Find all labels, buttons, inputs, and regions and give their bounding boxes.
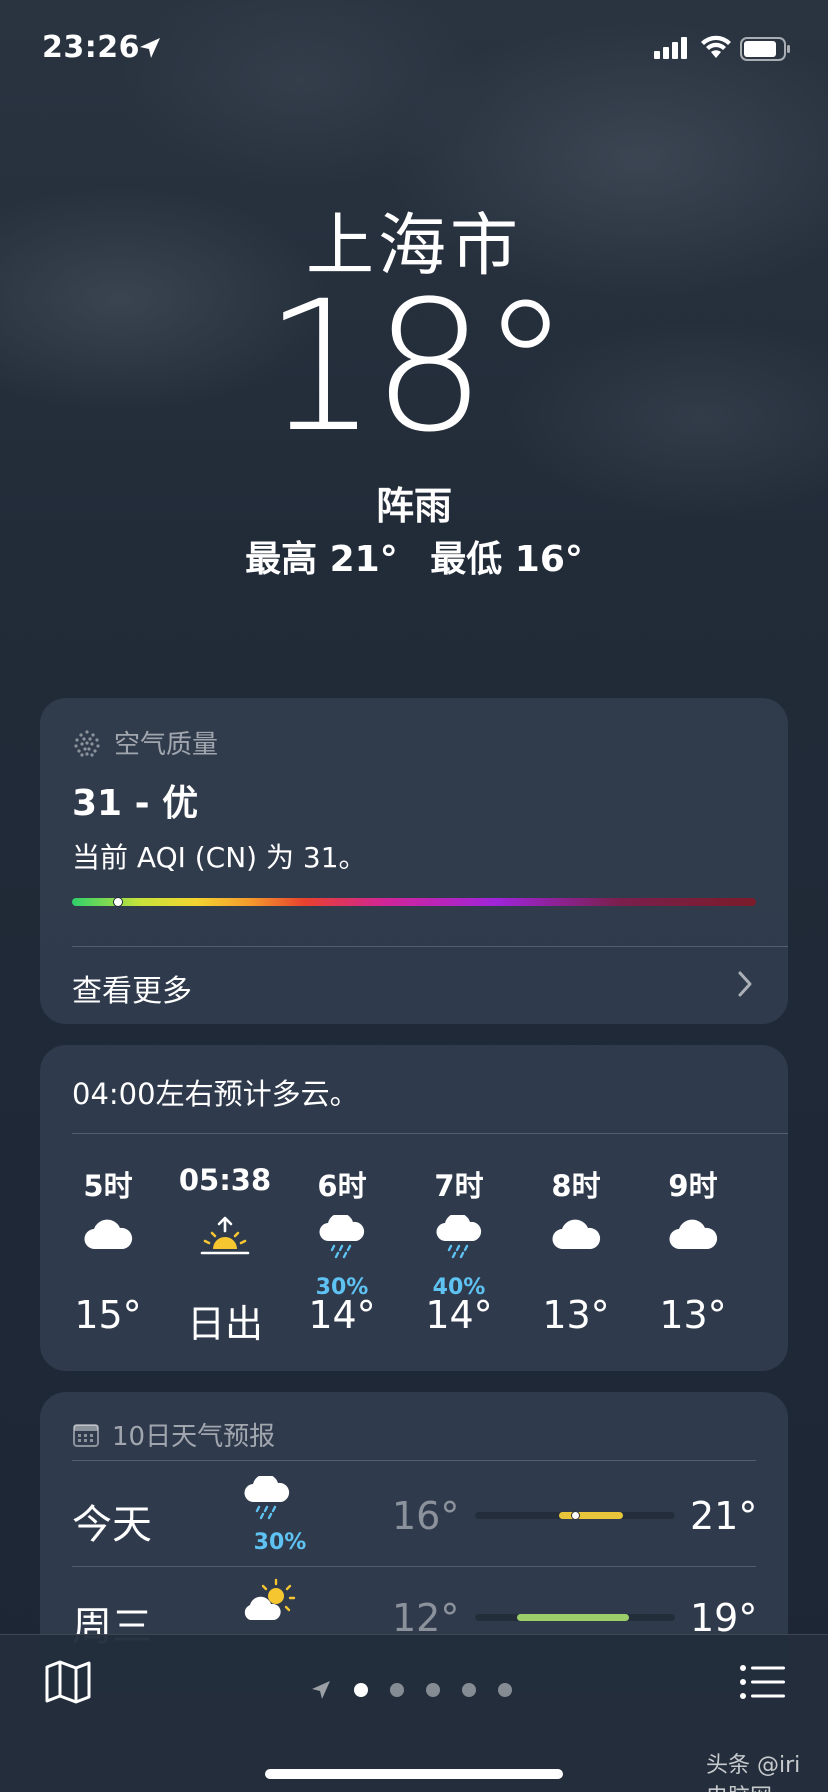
current-condition: 阵雨: [375, 484, 452, 528]
page-dot[interactable]: [390, 1683, 404, 1697]
hourly-item: 9时 13°: [633, 1163, 753, 1337]
battery-icon: [740, 37, 790, 61]
hour-label: 9时: [668, 1169, 718, 1203]
precip-chance: 30%: [315, 1275, 369, 1300]
ten-day-header: 10日天气预报: [72, 1416, 275, 1453]
watermark: 头条 @iri 电脑网: [706, 1753, 801, 1792]
chevron-right-icon[interactable]: [736, 970, 754, 998]
aqi-indicator-dot: [113, 897, 124, 907]
row-divider: [72, 1566, 756, 1567]
day-name: 今天: [72, 1502, 152, 1548]
page-dot[interactable]: [426, 1683, 440, 1697]
page-dot[interactable]: [462, 1683, 476, 1697]
bottom-toolbar: 头条 @iri 电脑网: [0, 1634, 828, 1792]
home-indicator[interactable]: [265, 1769, 563, 1779]
air-quality-title: 空气质量: [114, 730, 219, 760]
map-icon[interactable]: [44, 1659, 92, 1705]
hourly-item: 6时 30% 14°: [282, 1163, 402, 1337]
cloud-rain-icon: 40%: [399, 1215, 519, 1300]
high-low: 最高 21° 最低 16°: [0, 530, 828, 582]
cloud-icon: [516, 1215, 636, 1285]
hourly-forecast-card: 04:00左右预计多云。 5时 15° 05:38 日出 6时 30% 14° 7时 40% 14…: [40, 1045, 788, 1371]
temp-range-track: [475, 1511, 675, 1520]
hour-temp: 13°: [659, 1293, 727, 1337]
cloud-rain-icon: 30%: [282, 1215, 402, 1300]
hourly-item: 5时 15°: [48, 1163, 168, 1337]
high-temp: 最高 21°: [245, 539, 398, 580]
page-indicator[interactable]: [310, 1679, 512, 1701]
status-bar: 23:26: [0, 0, 828, 100]
air-quality-icon: [74, 729, 100, 757]
page-dot[interactable]: [498, 1683, 512, 1697]
temp-range-fill: [559, 1512, 623, 1519]
hourly-item: 05:38 日出: [165, 1163, 285, 1348]
hourly-list[interactable]: 5时 15° 05:38 日出 6时 30% 14° 7时 40% 14° 8时 13° 9时 13°: [40, 1163, 788, 1363]
air-quality-header: 空气质量: [72, 724, 218, 761]
precip-chance: 30%: [253, 1530, 307, 1555]
precip-chance: 40%: [432, 1275, 486, 1300]
status-time: 23:26: [42, 30, 140, 65]
hour-temp: 13°: [542, 1293, 610, 1337]
see-more-link[interactable]: 查看更多: [72, 966, 192, 1010]
location-arrow-icon: [140, 38, 160, 58]
ten-day-title: 10日天气预报: [112, 1422, 276, 1452]
temp-range-track: [475, 1614, 675, 1621]
current-temp: 18°: [263, 263, 570, 472]
hour-temp: 日出: [186, 1302, 263, 1346]
hour-label: 6时: [317, 1169, 367, 1203]
aqi-value: 31 - 优: [72, 783, 199, 824]
hour-temp: 15°: [74, 1293, 142, 1337]
sunrise-icon: [165, 1215, 285, 1285]
daily-divider: [72, 1460, 756, 1461]
hour-label: 5时: [83, 1169, 133, 1203]
aqi-divider: [72, 946, 788, 947]
hourly-item: 8时 13°: [516, 1163, 636, 1337]
current-temp-dot: [571, 1511, 580, 1520]
city-list-icon[interactable]: [740, 1665, 786, 1699]
aqi-description: 当前 AQI (CN) 为 31。: [72, 841, 367, 874]
hour-label: 05:38: [178, 1163, 272, 1197]
wifi-icon: [701, 35, 731, 58]
cloud-icon: [48, 1215, 168, 1285]
hourly-item: 7时 40% 14°: [399, 1163, 519, 1337]
air-quality-card[interactable]: 空气质量 31 - 优 当前 AQI (CN) 为 31。 查看更多: [40, 698, 788, 1024]
hourly-divider: [72, 1133, 788, 1134]
temp-range-fill: [517, 1614, 629, 1621]
cellular-signal-icon: [654, 37, 687, 59]
hourly-summary: 04:00左右预计多云。: [72, 1077, 359, 1111]
daily-row[interactable]: 今天 30% 16° 21°: [40, 1466, 788, 1567]
cloud-icon: [633, 1215, 753, 1285]
aqi-scale-bar: [72, 898, 756, 906]
current-location-icon[interactable]: [310, 1679, 332, 1701]
day-high-temp: 21°: [690, 1494, 758, 1538]
page-dot-active[interactable]: [354, 1683, 368, 1697]
calendar-icon: [73, 1423, 99, 1447]
day-low-temp: 16°: [392, 1494, 460, 1538]
low-temp: 最低 16°: [430, 539, 583, 580]
hour-label: 7时: [434, 1169, 484, 1203]
hour-label: 8时: [551, 1169, 601, 1203]
